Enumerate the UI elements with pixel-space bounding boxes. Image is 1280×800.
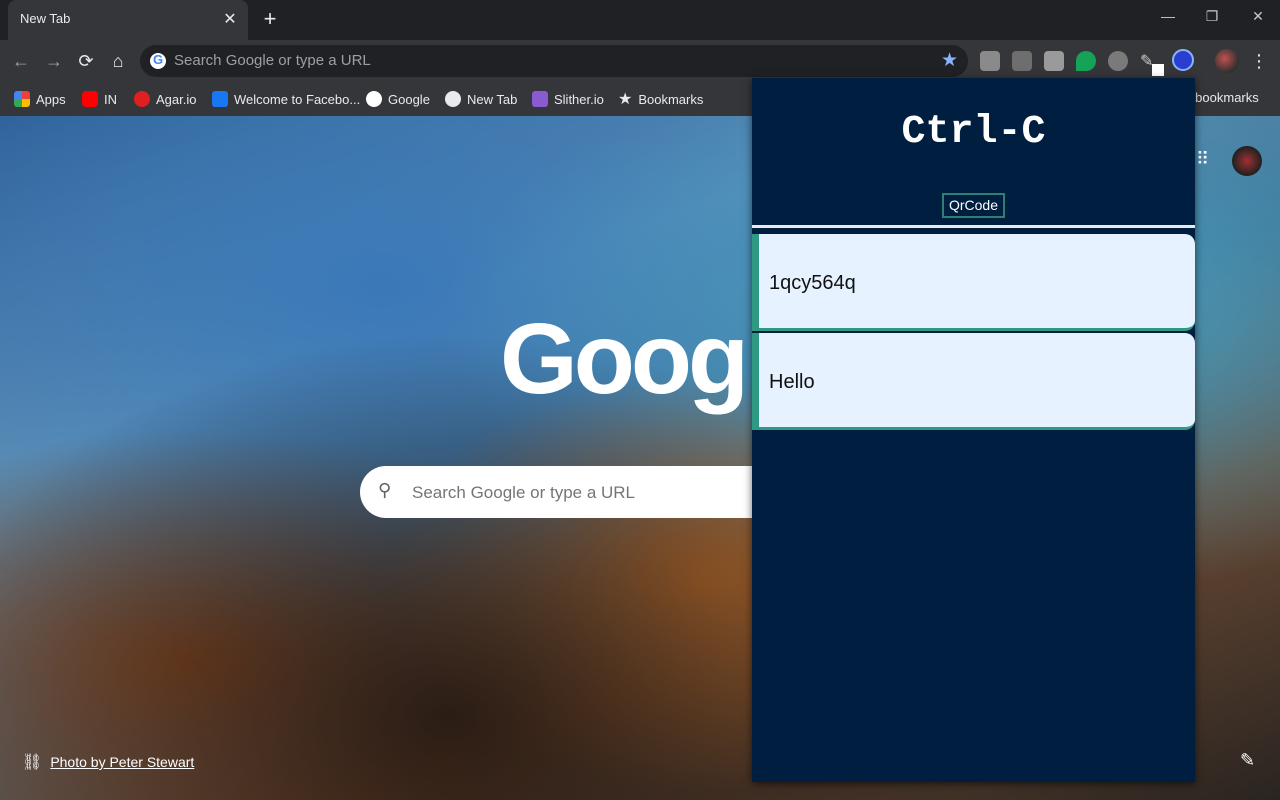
close-window-button[interactable]: ✕ <box>1246 8 1270 28</box>
reload-button[interactable]: ⟳ <box>74 49 98 73</box>
ntp-account-avatar[interactable] <box>1232 146 1262 176</box>
star-icon: ★ <box>618 91 633 108</box>
profile-avatar[interactable] <box>1215 49 1239 73</box>
clipboard-item-text: 1qcy564q <box>769 272 856 294</box>
address-bar-placeholder: Search Google or type a URL <box>174 52 371 69</box>
forward-button[interactable]: → <box>42 49 66 73</box>
popup-anchor <box>1152 64 1164 76</box>
browser-tab[interactable]: New Tab ✕ <box>8 0 248 40</box>
bookmark-google[interactable]: Google <box>366 90 430 108</box>
ctrl-c-extension-icon[interactable] <box>1172 49 1194 71</box>
new-tab-button[interactable]: + <box>258 8 282 32</box>
bookmark-bookmarks[interactable]: ★ Bookmarks <box>618 90 703 108</box>
photo-credit[interactable]: ⛓ Photo by Peter Stewart <box>22 752 194 772</box>
tab-strip: New Tab ✕ + — ❐ ✕ <box>0 0 1280 40</box>
extension-icon[interactable] <box>980 51 1000 71</box>
bookmark-agar[interactable]: Agar.io <box>134 90 196 108</box>
clipboard-item-text: Hello <box>769 371 815 393</box>
close-tab-icon[interactable]: ✕ <box>220 10 240 30</box>
address-bar[interactable]: Search Google or type a URL ★ <box>140 45 968 77</box>
extension-r-icon[interactable] <box>1044 51 1064 71</box>
popup-title: Ctrl-C <box>901 110 1046 155</box>
bookmark-new-tab[interactable]: New Tab <box>445 90 517 108</box>
photo-credit-link[interactable]: Photo by Peter Stewart <box>50 754 194 770</box>
ntp-search-placeholder: Search Google or type a URL <box>412 483 636 502</box>
home-button[interactable]: ⌂ <box>106 49 130 73</box>
link-icon: ⛓ <box>22 754 43 771</box>
search-icon: ⚲ <box>378 480 392 500</box>
browser-toolbar: ← → ⟳ ⌂ Search Google or type a URL ★ ✎ … <box>0 40 1280 82</box>
customize-pencil-icon[interactable]: ✎ <box>1240 750 1255 771</box>
google-icon <box>150 52 166 69</box>
cloud-extension-icon[interactable] <box>1108 51 1128 71</box>
restore-button[interactable]: ❐ <box>1200 8 1224 28</box>
bookmark-slither[interactable]: Slither.io <box>532 90 604 108</box>
clipboard-list: 1qcy564q Hello <box>752 234 1195 432</box>
bookmark-star-icon[interactable]: ★ <box>941 49 958 72</box>
clipboard-item[interactable]: 1qcy564q <box>752 234 1195 331</box>
apps-grid-icon <box>14 91 30 107</box>
clipboard-item[interactable]: Hello <box>752 333 1195 430</box>
popup-divider <box>752 225 1195 228</box>
back-button[interactable]: ← <box>9 49 33 73</box>
google-icon <box>366 91 382 107</box>
extension-c-icon[interactable] <box>1012 51 1032 71</box>
minimize-button[interactable]: — <box>1156 8 1180 28</box>
tab-title: New Tab <box>20 11 71 26</box>
evernote-icon[interactable] <box>1076 51 1096 71</box>
youtube-icon <box>82 91 98 107</box>
qrcode-button[interactable]: QrCode <box>942 193 1005 218</box>
facebook-icon <box>212 91 228 107</box>
bookmark-facebook[interactable]: Welcome to Facebo... <box>212 90 360 108</box>
google-apps-icon[interactable]: ⠿ <box>1196 149 1209 170</box>
agar-icon <box>134 91 150 107</box>
ctrl-c-popup: Ctrl-C QrCode 1qcy564q Hello <box>752 78 1195 782</box>
slither-icon <box>532 91 548 107</box>
bookmark-in[interactable]: IN <box>82 90 117 108</box>
globe-icon <box>445 91 461 107</box>
bookmark-apps[interactable]: Apps <box>14 90 66 108</box>
browser-menu-icon[interactable]: ⋮ <box>1250 49 1268 73</box>
